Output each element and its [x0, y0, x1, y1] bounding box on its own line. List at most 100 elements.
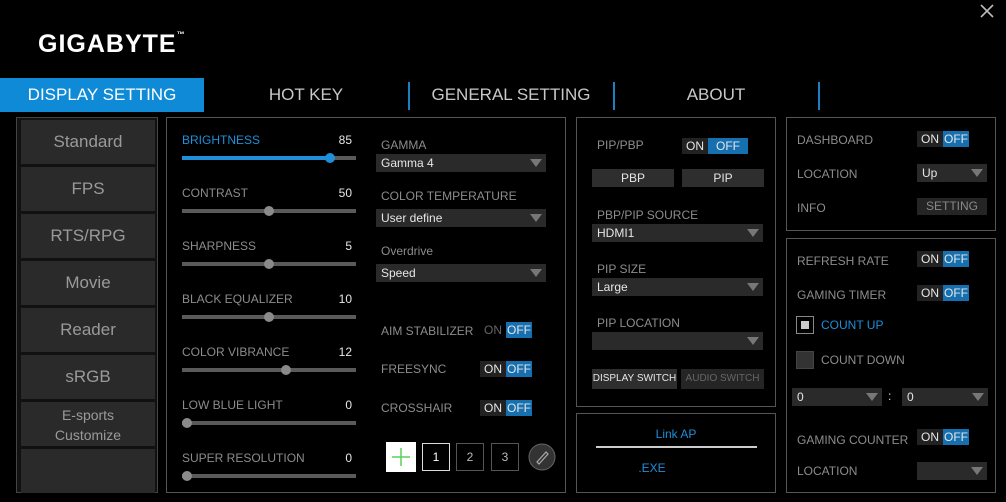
preset-rts-rpg[interactable]: RTS/RPG: [21, 214, 155, 258]
toggle-off: OFF: [506, 400, 532, 416]
dashboard-location-select[interactable]: Up: [917, 164, 987, 182]
refresh-rate-toggle[interactable]: ON OFF: [917, 251, 969, 267]
preset-srgb[interactable]: sRGB: [21, 355, 155, 399]
preset-esports-customize[interactable]: E-sports Customize: [21, 402, 155, 446]
crosshair-slot-3[interactable]: 3: [491, 443, 519, 471]
count-down-checkbox[interactable]: [796, 351, 814, 369]
trademark-mark: ™: [176, 30, 186, 39]
color-temperature-select[interactable]: User define: [376, 209, 546, 227]
timer-separator: :: [888, 389, 892, 403]
dropdown-arrow-icon: [747, 229, 759, 237]
slider-value: 85: [338, 133, 352, 147]
preset-movie[interactable]: Movie: [21, 261, 155, 305]
gamma-value: Gamma 4: [381, 156, 434, 170]
gaming-location-select[interactable]: [917, 462, 987, 480]
pip-source-select[interactable]: HDMI1: [592, 224, 763, 242]
setting-button[interactable]: SETTING: [917, 198, 987, 215]
dropdown-arrow-icon: [971, 169, 983, 177]
freesync-label: FREESYNC: [381, 362, 447, 376]
timer-minutes-select[interactable]: 0: [902, 388, 988, 406]
slider-value: 12: [338, 345, 352, 359]
slider-track[interactable]: [182, 471, 356, 481]
slider-knob[interactable]: [182, 471, 192, 481]
toggle-off: OFF: [943, 131, 969, 147]
color-temperature-value: User define: [381, 211, 443, 225]
pencil-icon[interactable]: [528, 443, 556, 471]
slider-track[interactable]: [182, 206, 356, 216]
toggle-off: OFF: [506, 361, 532, 377]
preset-empty[interactable]: [21, 449, 155, 493]
link-divider: [596, 446, 757, 448]
pip-source-value: HDMI1: [597, 226, 635, 240]
slider-label: BRIGHTNESS: [182, 133, 261, 147]
preset-reader[interactable]: Reader: [21, 308, 155, 352]
pip-pbp-toggle[interactable]: ON OFF: [682, 138, 748, 154]
pip-pbp-label: PIP/PBP: [597, 138, 644, 152]
gamma-label: GAMMA: [381, 138, 427, 152]
gaming-counter-toggle[interactable]: ON OFF: [917, 429, 969, 445]
display-switch-button[interactable]: DISPLAY SWITCH: [592, 369, 677, 389]
exe-link[interactable]: .EXE: [576, 461, 728, 475]
slider-value: 50: [338, 186, 352, 200]
dashboard-toggle[interactable]: ON OFF: [917, 131, 969, 147]
tab-general-setting[interactable]: GENERAL SETTING: [410, 78, 612, 112]
timer-hours-select[interactable]: 0: [792, 388, 882, 406]
slider-track[interactable]: [182, 153, 356, 163]
preset-customize-label: Customize: [54, 427, 122, 443]
slider-knob[interactable]: [182, 418, 192, 428]
slider-knob[interactable]: [264, 312, 274, 322]
slider-track[interactable]: [182, 418, 356, 428]
link-ap-link[interactable]: Link AP: [576, 427, 776, 441]
gaming-counter-label: GAMING COUNTER: [797, 433, 909, 447]
pip-button[interactable]: PIP: [682, 169, 764, 187]
slider-label: SHARPNESS: [182, 239, 257, 253]
preset-fps[interactable]: FPS: [21, 167, 155, 211]
pip-location-label: PIP LOCATION: [597, 316, 680, 330]
tab-about[interactable]: ABOUT: [615, 78, 817, 112]
preset-standard[interactable]: Standard: [21, 120, 155, 164]
slider-label: CONTRAST: [182, 186, 248, 200]
toggle-off: OFF: [506, 322, 532, 338]
preset-list: Standard FPS RTS/RPG Movie Reader sRGB E…: [16, 117, 158, 493]
dropdown-arrow-icon: [747, 337, 759, 345]
dropdown-arrow-icon: [866, 393, 878, 401]
slider-knob[interactable]: [324, 153, 335, 163]
slider-value: 0: [345, 451, 352, 465]
pip-size-select[interactable]: Large: [592, 278, 763, 296]
slider-track[interactable]: [182, 259, 356, 269]
slider-fill: [182, 156, 330, 160]
toggle-on: ON: [682, 138, 708, 154]
dashboard-label: DASHBOARD: [797, 133, 874, 147]
pip-location-select[interactable]: [592, 332, 763, 350]
crosshair-toggle[interactable]: ON OFF: [480, 400, 532, 416]
count-up-checkbox[interactable]: [796, 316, 814, 334]
slider-track[interactable]: [182, 365, 356, 375]
pip-source-label: PBP/PIP SOURCE: [597, 208, 699, 222]
count-down-label: COUNT DOWN: [821, 353, 905, 367]
tab-display-setting[interactable]: DISPLAY SETTING: [0, 78, 204, 112]
slider-knob[interactable]: [264, 259, 274, 269]
gaming-location-label: LOCATION: [797, 464, 858, 478]
freesync-toggle[interactable]: ON OFF: [480, 361, 532, 377]
overdrive-select[interactable]: Speed: [376, 264, 546, 282]
pbp-button[interactable]: PBP: [592, 169, 674, 187]
slider-knob[interactable]: [264, 206, 274, 216]
audio-switch-button[interactable]: AUDIO SWITCH: [681, 369, 764, 389]
toggle-on: ON: [480, 361, 506, 377]
dashboard-location-value: Up: [922, 166, 938, 180]
dropdown-arrow-icon: [530, 159, 542, 167]
close-icon[interactable]: [978, 2, 998, 22]
slider-track[interactable]: [182, 312, 356, 322]
crosshair-slot-1[interactable]: 1: [422, 443, 450, 471]
crosshair-slot-2[interactable]: 2: [456, 443, 484, 471]
gamma-select[interactable]: Gamma 4: [376, 154, 546, 172]
timer-minutes-value: 0: [907, 390, 914, 404]
toggle-on: ON: [917, 429, 943, 445]
toggle-off: OFF: [943, 285, 969, 301]
tab-hot-key[interactable]: HOT KEY: [205, 78, 407, 112]
toggle-on: ON: [917, 131, 943, 147]
toggle-off: OFF: [943, 429, 969, 445]
aim-stabilizer-toggle[interactable]: ON OFF: [480, 322, 532, 338]
gaming-timer-toggle[interactable]: ON OFF: [917, 285, 969, 301]
crosshair-icon[interactable]: [386, 442, 416, 472]
